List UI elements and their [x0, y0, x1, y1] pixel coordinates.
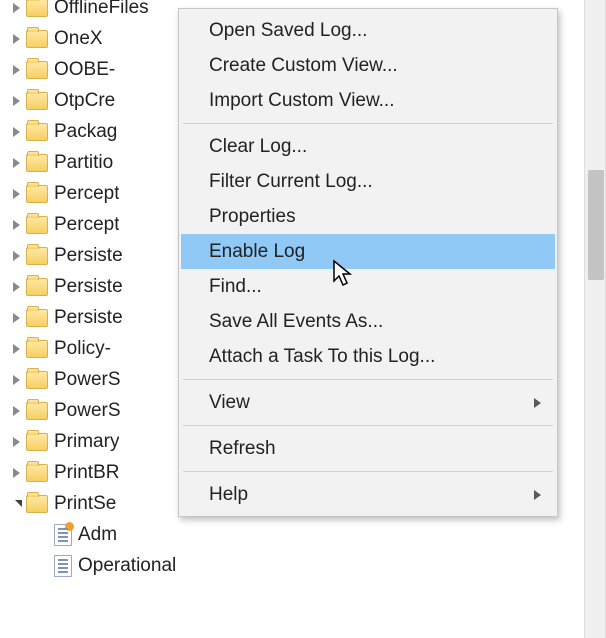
- tree-item-label: Percept: [54, 183, 119, 205]
- folder-icon: [26, 464, 48, 482]
- tree-child-item[interactable]: Adm: [8, 519, 606, 550]
- chevron-right-icon[interactable]: [8, 248, 24, 264]
- menu-item-label: Properties: [209, 206, 296, 228]
- folder-icon: [26, 309, 48, 327]
- chevron-right-icon[interactable]: [8, 31, 24, 47]
- chevron-right-icon: [534, 490, 541, 500]
- menu-item[interactable]: Help: [181, 477, 555, 512]
- tree-item-label: OOBE-: [54, 59, 115, 81]
- tree-child-item[interactable]: Operational: [8, 550, 606, 581]
- chevron-right-icon[interactable]: [8, 93, 24, 109]
- tree-item-label: OtpCre: [54, 90, 115, 112]
- tree-item-label: Persiste: [54, 276, 123, 298]
- menu-separator: [183, 123, 553, 124]
- tree-item-label: PowerS: [54, 400, 121, 422]
- folder-icon: [26, 340, 48, 358]
- chevron-right-icon[interactable]: [8, 434, 24, 450]
- menu-item[interactable]: Filter Current Log...: [181, 164, 555, 199]
- chevron-right-icon[interactable]: [8, 465, 24, 481]
- log-icon: [54, 555, 72, 577]
- chevron-right-icon[interactable]: [8, 341, 24, 357]
- chevron-right-icon[interactable]: [8, 186, 24, 202]
- tree-item-label: Percept: [54, 214, 119, 236]
- folder-icon: [26, 371, 48, 389]
- menu-item-label: Help: [209, 484, 248, 506]
- chevron-right-icon[interactable]: [8, 0, 24, 16]
- menu-item-label: Import Custom View...: [209, 90, 395, 112]
- tree-item-label: Persiste: [54, 307, 123, 329]
- tree-item-label: Primary: [54, 431, 119, 453]
- tree-item-label: PowerS: [54, 369, 121, 391]
- menu-item[interactable]: Properties: [181, 199, 555, 234]
- chevron-right-icon[interactable]: [8, 155, 24, 171]
- tree-item-label: OfflineFiles: [54, 0, 149, 19]
- menu-item[interactable]: Attach a Task To this Log...: [181, 339, 555, 374]
- chevron-right-icon[interactable]: [8, 217, 24, 233]
- folder-icon: [26, 0, 48, 17]
- menu-item-label: View: [209, 392, 250, 414]
- tree-child-label: Operational: [78, 555, 176, 577]
- tree-item-label: Persiste: [54, 245, 123, 267]
- chevron-right-icon[interactable]: [8, 279, 24, 295]
- chevron-right-icon[interactable]: [8, 124, 24, 140]
- folder-icon: [26, 61, 48, 79]
- folder-icon: [26, 185, 48, 203]
- tree-item-label: Packag: [54, 121, 117, 143]
- menu-item[interactable]: Open Saved Log...: [181, 13, 555, 48]
- chevron-right-icon[interactable]: [8, 372, 24, 388]
- folder-icon: [26, 92, 48, 110]
- folder-icon: [26, 433, 48, 451]
- chevron-right-icon[interactable]: [8, 62, 24, 78]
- menu-item[interactable]: Enable Log: [181, 234, 555, 269]
- tree-item-label: Partitio: [54, 152, 113, 174]
- folder-icon: [26, 495, 48, 513]
- tree-item-label: PrintBR: [54, 462, 119, 484]
- menu-separator: [183, 425, 553, 426]
- tree-child-label: Adm: [78, 524, 117, 546]
- chevron-down-icon[interactable]: [8, 496, 24, 512]
- menu-item[interactable]: Find...: [181, 269, 555, 304]
- chevron-right-icon[interactable]: [8, 403, 24, 419]
- folder-icon: [26, 216, 48, 234]
- menu-item[interactable]: Refresh: [181, 431, 555, 466]
- menu-separator: [183, 471, 553, 472]
- tree-item-label: Policy-: [54, 338, 111, 360]
- menu-item[interactable]: Clear Log...: [181, 129, 555, 164]
- folder-icon: [26, 154, 48, 172]
- menu-item-label: Save All Events As...: [209, 311, 383, 333]
- menu-separator: [183, 379, 553, 380]
- menu-item-label: Enable Log: [209, 241, 305, 263]
- folder-icon: [26, 123, 48, 141]
- menu-item-label: Filter Current Log...: [209, 171, 373, 193]
- chevron-right-icon[interactable]: [8, 310, 24, 326]
- folder-icon: [26, 30, 48, 48]
- menu-item-label: Open Saved Log...: [209, 20, 367, 42]
- log-admin-icon: [54, 524, 72, 546]
- menu-item[interactable]: Import Custom View...: [181, 83, 555, 118]
- menu-item-label: Refresh: [209, 438, 276, 460]
- tree-item-label: OneX: [54, 28, 103, 50]
- folder-icon: [26, 278, 48, 296]
- menu-item[interactable]: View: [181, 385, 555, 420]
- folder-icon: [26, 402, 48, 420]
- folder-icon: [26, 247, 48, 265]
- menu-item[interactable]: Save All Events As...: [181, 304, 555, 339]
- menu-item[interactable]: Create Custom View...: [181, 48, 555, 83]
- menu-item-label: Clear Log...: [209, 136, 307, 158]
- menu-item-label: Attach a Task To this Log...: [209, 346, 435, 368]
- menu-item-label: Create Custom View...: [209, 55, 398, 77]
- tree-item-label: PrintSe: [54, 493, 116, 515]
- chevron-right-icon: [534, 398, 541, 408]
- menu-item-label: Find...: [209, 276, 262, 298]
- context-menu: Open Saved Log... Create Custom View... Im…: [178, 8, 558, 517]
